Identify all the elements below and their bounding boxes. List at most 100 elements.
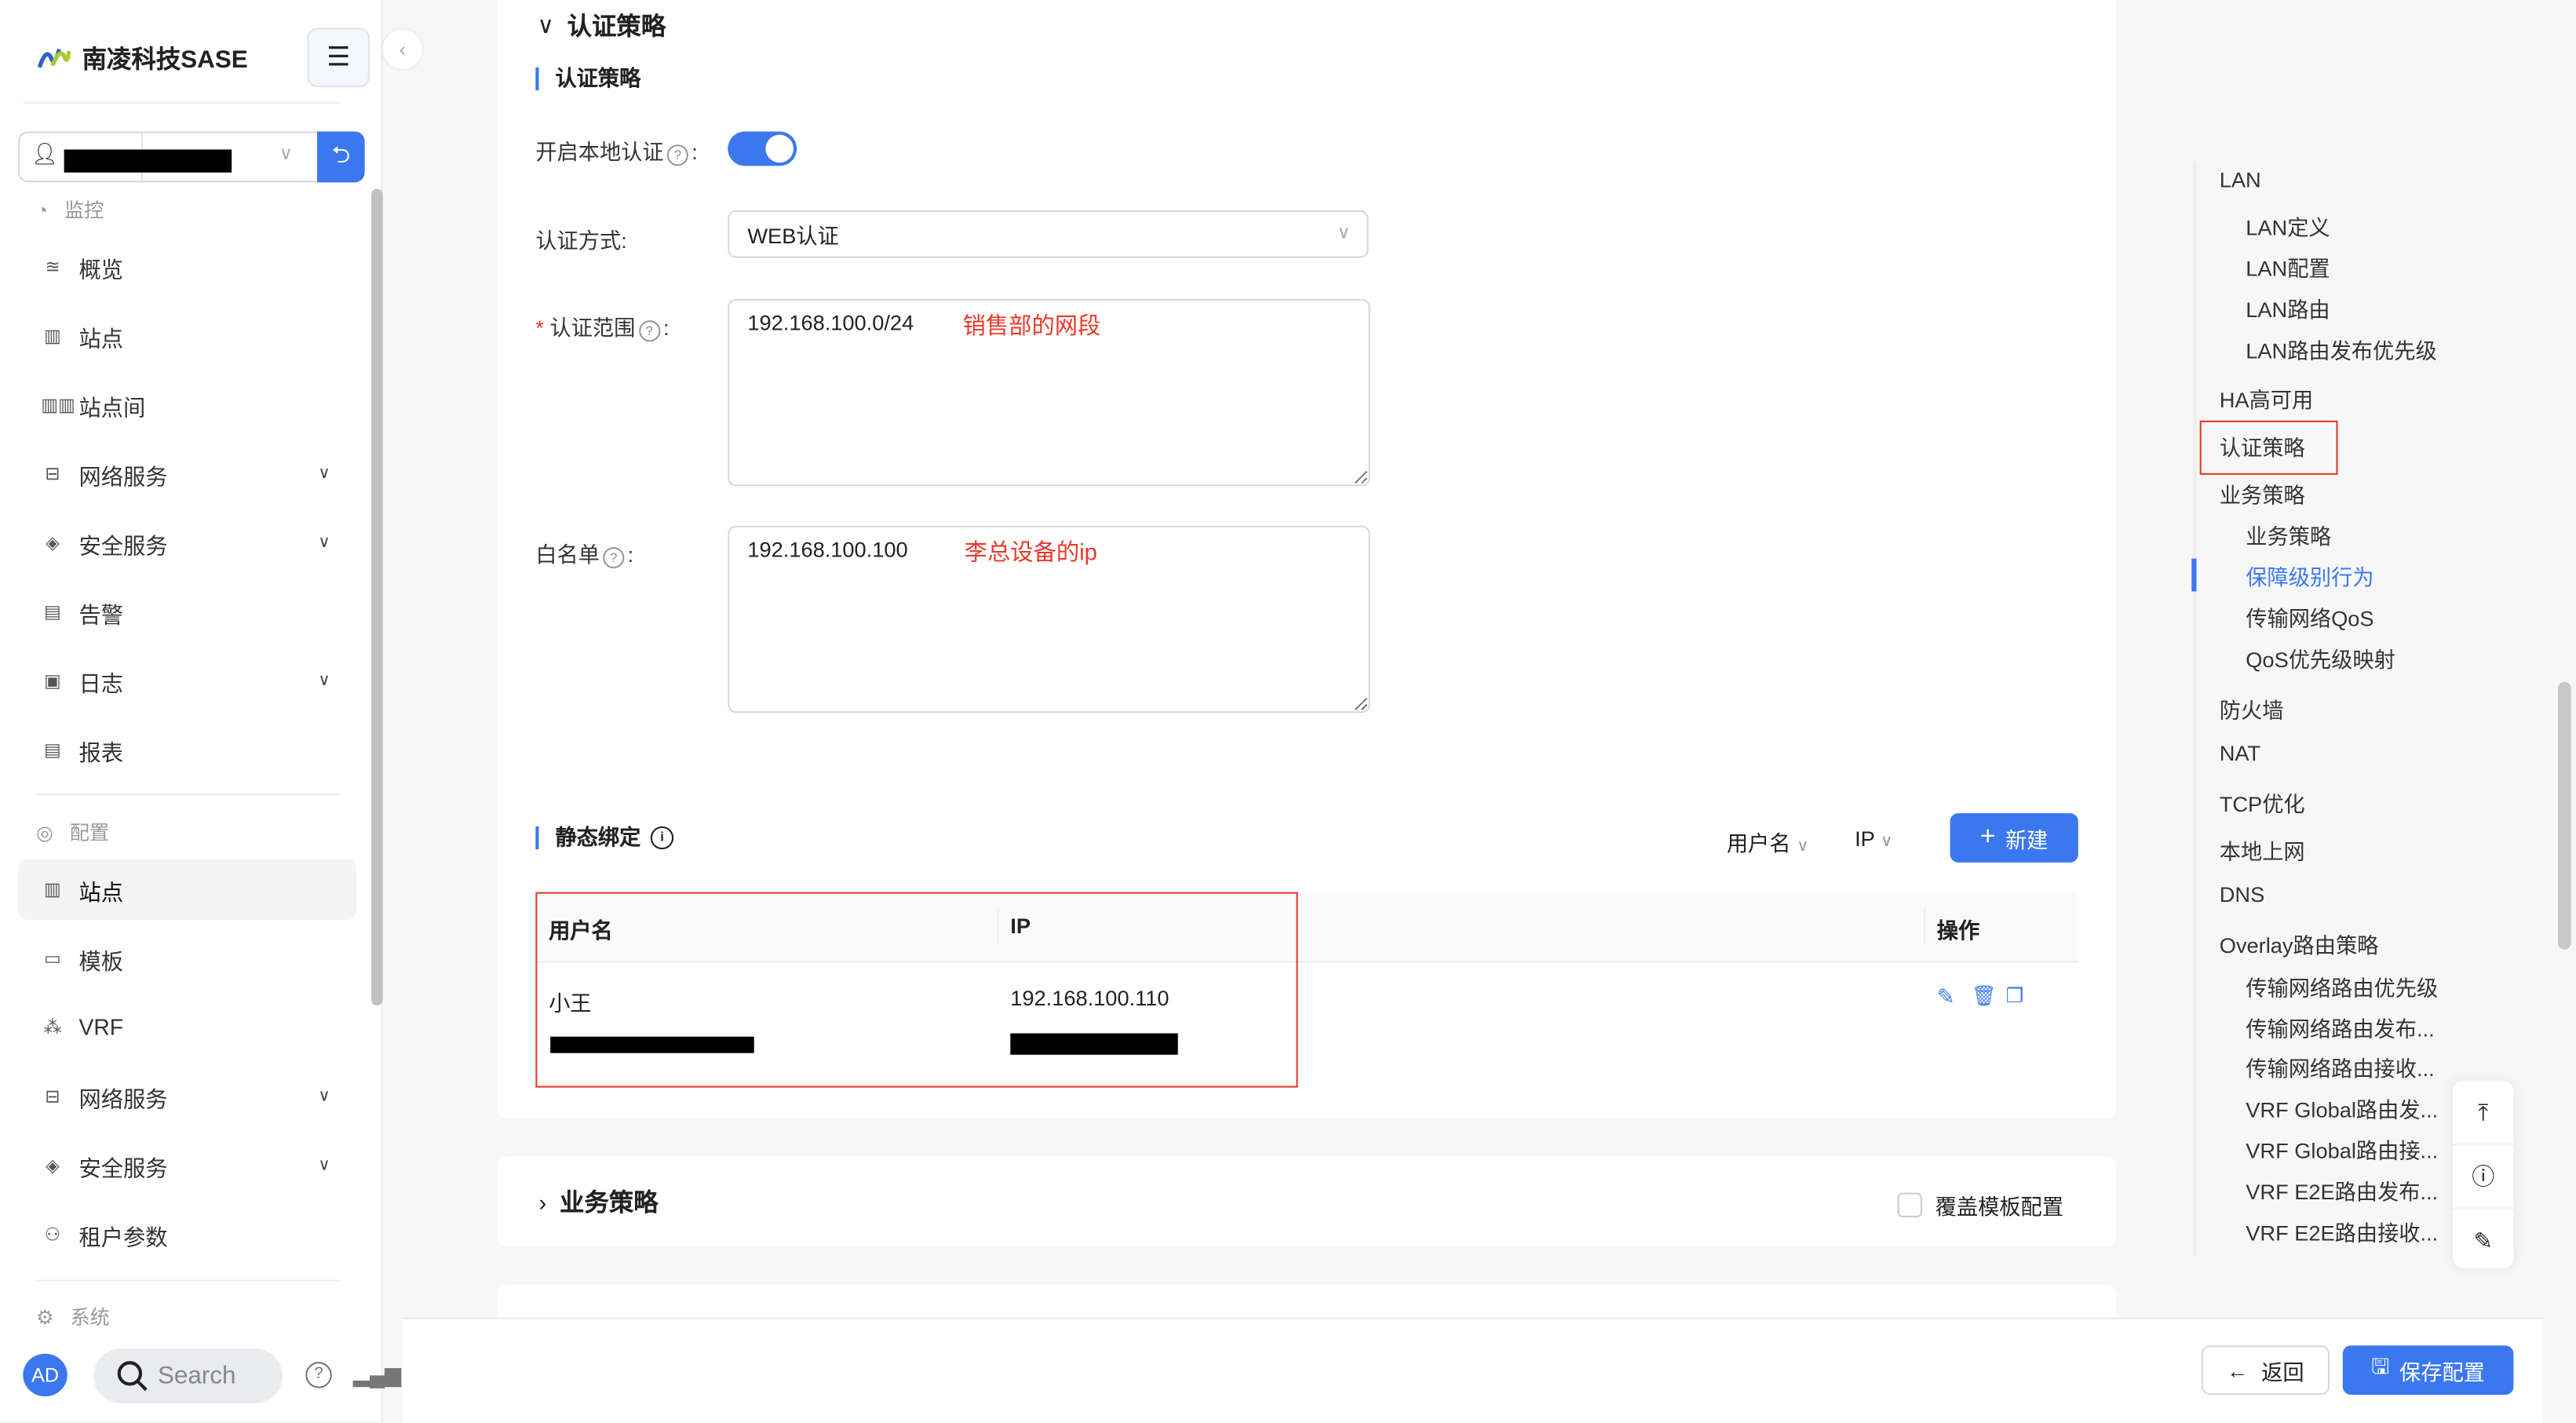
- sidebar-item[interactable]: ◈ 安全服务 ∨: [18, 513, 356, 573]
- auth-policy-section-header[interactable]: ∨ 认证策略: [537, 8, 666, 42]
- whitelist-label-text: 白名单: [535, 542, 600, 567]
- overview-icon: ≊: [45, 257, 60, 278]
- help-icon[interactable]: ?: [305, 1362, 332, 1388]
- sidebar-item-label: 报表: [78, 739, 123, 765]
- sidebar-item[interactable]: ⚇ 租户参数: [18, 1204, 356, 1264]
- anchor-nav-item[interactable]: TCP优化: [2220, 787, 2305, 819]
- sidebar-item[interactable]: ▥ 站点: [18, 859, 357, 921]
- anchor-nav-item[interactable]: NAT: [2220, 741, 2260, 765]
- sidebar-item[interactable]: ▤ 报表: [18, 720, 356, 780]
- edit-icon[interactable]: ✎: [1937, 984, 1955, 1010]
- anchor-nav-item[interactable]: LAN配置: [2246, 251, 2330, 283]
- anchor-nav-item[interactable]: QoS优先级映射: [2246, 642, 2395, 673]
- alarm-icon: ▤: [44, 603, 61, 623]
- sidebar-item[interactable]: ▥▥ 站点间: [18, 374, 356, 435]
- nav-group-text: 配置: [69, 821, 110, 845]
- back-to-top-icon[interactable]: ⤒: [2452, 1081, 2514, 1145]
- help-icon[interactable]: ?: [638, 320, 660, 342]
- stats-icon[interactable]: ▂▄▆: [353, 1362, 401, 1388]
- anchor-nav-track: [2193, 161, 2197, 1257]
- anchor-nav-item[interactable]: HA高可用: [2220, 383, 2313, 414]
- sidebar-item-label: 站点间: [78, 395, 146, 420]
- anchor-nav-item[interactable]: LAN: [2220, 167, 2261, 192]
- sidebar-item[interactable]: ⊟ 网络服务 ∨: [18, 1066, 356, 1126]
- anchor-nav-item[interactable]: DNS: [2220, 882, 2264, 907]
- anchor-nav-item[interactable]: 防火墙: [2220, 693, 2284, 724]
- anchor-nav-item[interactable]: LAN定义: [2246, 210, 2330, 242]
- chevron-down-icon: ∨: [318, 1087, 330, 1106]
- divider: [36, 793, 341, 796]
- copy-icon[interactable]: ❐: [2006, 984, 2024, 1007]
- anchor-nav-item[interactable]: 业务策略: [2246, 519, 2331, 550]
- info-icon[interactable]: i: [650, 826, 674, 850]
- anchor-nav-item[interactable]: LAN路由: [2246, 293, 2330, 324]
- auth-method-select[interactable]: WEB认证 ∨: [728, 210, 1369, 258]
- anchor-nav-item[interactable]: 传输网络路由接收...: [2246, 1052, 2434, 1083]
- feedback-edit-icon[interactable]: ✎: [2453, 1210, 2513, 1272]
- override-template-checkbox[interactable]: 覆盖模板配置: [1897, 1189, 2063, 1220]
- buildings-icon: ▥▥: [41, 396, 75, 416]
- sidebar-item[interactable]: ▣ 日志 ∨: [18, 651, 356, 711]
- tenant-select[interactable]: 👤︎ ∨: [18, 131, 321, 183]
- save-config-button[interactable]: 🖫︎ 保存配置: [2342, 1345, 2514, 1396]
- avatar[interactable]: AD: [23, 1353, 68, 1397]
- user-icon: 👤︎: [31, 141, 59, 166]
- menu-toggle-button[interactable]: ☰: [307, 27, 370, 87]
- annotation-whitelist: 李总设备的ip: [964, 538, 1097, 566]
- switch-tenant-button[interactable]: ⮌: [316, 131, 365, 183]
- help-icon[interactable]: ?: [603, 547, 625, 569]
- anchor-nav-item[interactable]: VRF E2E路由发布...: [2246, 1175, 2438, 1206]
- username-filter[interactable]: 用户名 ∨: [1727, 826, 1809, 858]
- delete-icon[interactable]: 🗑︎: [1972, 984, 1997, 1007]
- anchor-nav-item[interactable]: VRF Global路由发...: [2246, 1093, 2438, 1124]
- collapse-sidebar-button[interactable]: ‹: [382, 29, 422, 69]
- search-input[interactable]: Search: [93, 1348, 283, 1403]
- chevron-left-icon: ‹: [399, 38, 406, 61]
- chevron-down-icon: ∨: [1337, 223, 1351, 243]
- help-icon[interactable]: ?: [666, 144, 689, 166]
- back-button[interactable]: ← 返回: [2201, 1345, 2330, 1396]
- help-icon[interactable]: ⓘ: [2452, 1145, 2514, 1210]
- search-placeholder: Search: [157, 1362, 236, 1390]
- sidebar-scrollbar[interactable]: [371, 188, 383, 1005]
- chevron-right-icon: ›: [538, 1188, 547, 1215]
- sidebar-item[interactable]: ≊ 概览: [18, 236, 356, 297]
- report-icon: ▤: [44, 740, 61, 761]
- auth-method-label: 认证方式:: [535, 228, 627, 254]
- sidebar-item[interactable]: ◈ 安全服务 ∨: [18, 1135, 356, 1195]
- static-binding-title: 静态绑定 i: [535, 826, 677, 850]
- anchor-nav-item[interactable]: 传输网络路由优先级: [2246, 971, 2438, 1002]
- anchor-nav-item[interactable]: 本地上网: [2220, 834, 2305, 866]
- new-binding-button[interactable]: + 新建: [1950, 813, 2078, 863]
- ip-filter[interactable]: IP ∨: [1855, 826, 1892, 851]
- annotation-scope: 销售部的网段: [962, 312, 1101, 339]
- network-icon: ⊟: [45, 465, 60, 485]
- sidebar-item[interactable]: ▤ 告警: [18, 582, 356, 642]
- redacted-tenant-name: [64, 149, 232, 173]
- anchor-nav-item[interactable]: 传输网络QoS: [2246, 601, 2373, 633]
- sidebar-item-label: 告警: [78, 602, 123, 627]
- page-scrollbar[interactable]: [2557, 681, 2571, 950]
- business-policy-section-header[interactable]: › 业务策略: [539, 1184, 659, 1219]
- sidebar-item[interactable]: ⊟ 网络服务 ∨: [18, 443, 356, 504]
- anchor-nav-item[interactable]: VRF Global路由接...: [2246, 1133, 2438, 1165]
- anchor-nav-item[interactable]: 传输网络路由发布...: [2246, 1012, 2434, 1043]
- anchor-nav-item[interactable]: 保障级别行为: [2246, 560, 2373, 592]
- anchor-nav-item[interactable]: VRF E2E路由接收...: [2246, 1216, 2438, 1247]
- save-icon: 🖫︎: [2371, 1353, 2390, 1379]
- sidebar-item-label: 站点: [78, 879, 123, 905]
- anchor-nav-item[interactable]: LAN路由发布优先级: [2246, 334, 2436, 365]
- chevron-down-icon: ∨: [318, 672, 330, 691]
- sidebar-item[interactable]: ▥ 站点: [18, 305, 356, 366]
- local-auth-toggle[interactable]: [728, 131, 797, 166]
- plus-icon: +: [1979, 823, 1996, 852]
- anchor-nav-item[interactable]: Overlay路由策略: [2220, 929, 2379, 960]
- sidebar-item[interactable]: ⁂ VRF: [18, 998, 356, 1058]
- sidebar-item-label: 安全服务: [78, 533, 168, 558]
- sidebar-item-label: 站点: [78, 326, 123, 351]
- subsection-title: 认证策略: [535, 67, 640, 91]
- log-icon: ▣: [44, 672, 61, 692]
- auth-method-value: WEB认证: [747, 223, 839, 249]
- anchor-nav-item[interactable]: 业务策略: [2220, 478, 2305, 509]
- sidebar-item[interactable]: ▭ 模板: [18, 929, 356, 989]
